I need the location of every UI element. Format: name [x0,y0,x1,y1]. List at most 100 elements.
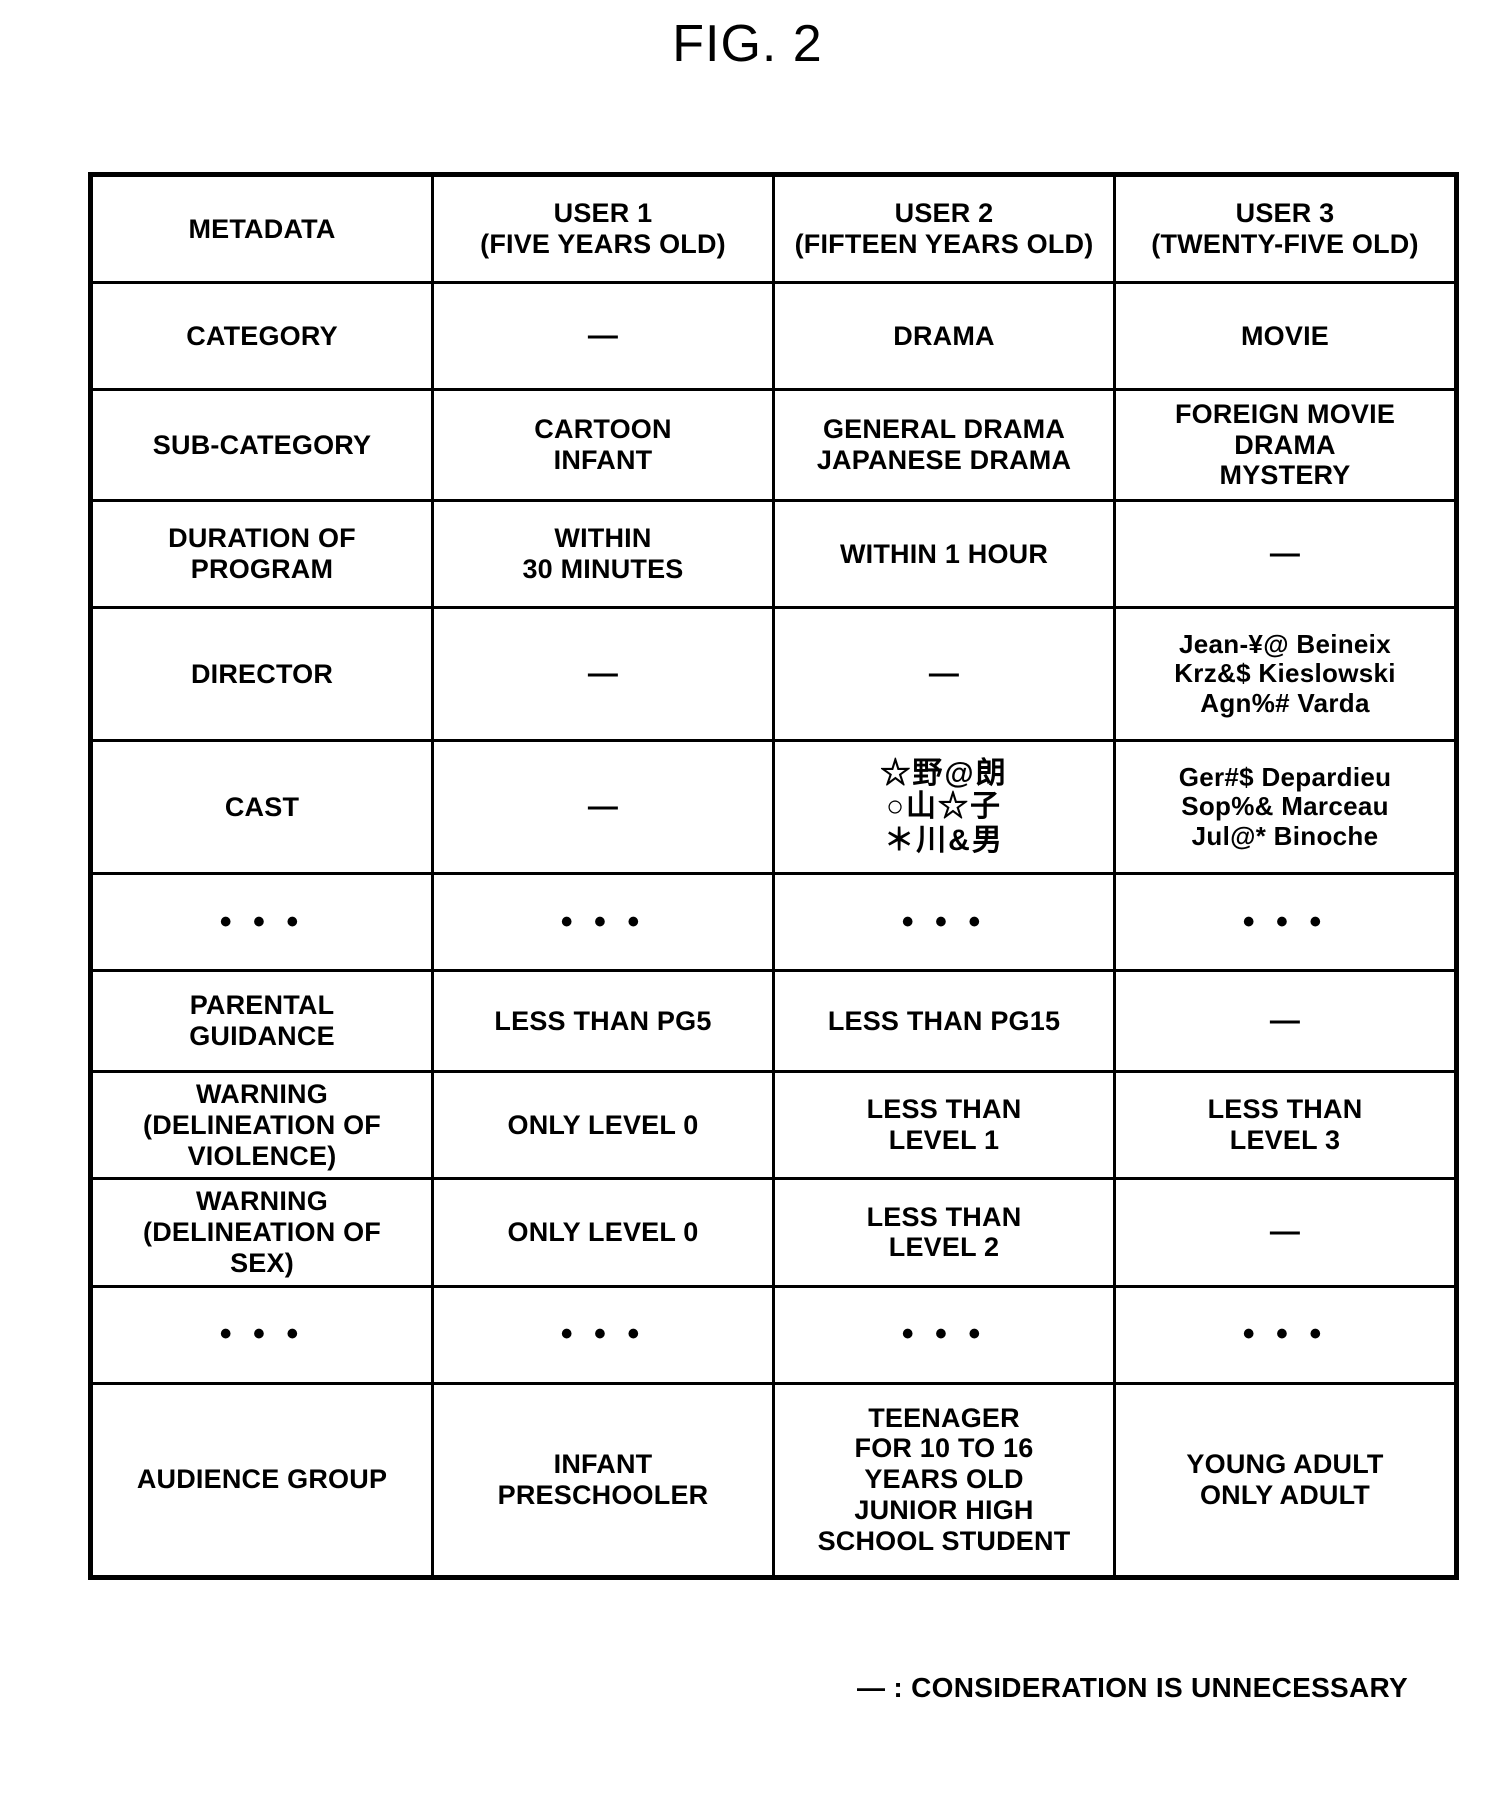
table-row: AUDIENCE GROUP INFANT PRESCHOOLER TEENAGER F… [89,1381,1458,1579]
cell-line: ONLY LEVEL 0 [507,1109,699,1140]
cell-lines: — [438,659,768,689]
cell-category-user1: — [431,281,775,391]
cell-category-user2: DRAMA [772,281,1116,391]
header-cell-user2: USER 2 (FIFTEEN YEARS OLD) [772,173,1116,284]
cell-line: ONLY LEVEL 0 [507,1217,699,1248]
table-row: CAST — ☆野@朗 ○山☆子 ＊川&男 Ger#$ Depardieu Sop%& Ma… [89,739,1458,875]
cell-line: (DELINEATION OF [143,1109,381,1140]
cell-warning-sex-label: WARNING (DELINEATION OF SEX) [89,1177,434,1288]
dash-text: — [1269,537,1301,570]
cell-lines: YOUNG ADULT ONLY ADULT [1120,1449,1450,1511]
cell-cast-user2: ☆野@朗 ○山☆子 ＊川&男 [772,739,1116,875]
cell-lines: — [438,792,768,822]
cell-lines: ☆野@朗 ○山☆子 ＊川&男 [779,757,1109,858]
dash-text: — [587,657,619,690]
cell-line: FOR 10 TO 16 [854,1433,1034,1464]
dash-text: — [1269,1004,1301,1037]
cell-lines: Ger#$ Depardieu Sop%& Marceau Jul@* Binoch… [1120,761,1450,852]
cell-lines: INFANT PRESCHOOLER [438,1449,768,1511]
cell-audience-group-user2: TEENAGER FOR 10 TO 16 YEARS OLD JUNIOR HIGH… [772,1381,1116,1579]
cell-director-user2: — [772,606,1116,742]
cell-lines: PARENTAL GUIDANCE [97,990,427,1052]
table-row: SUB-CATEGORY CARTOON INFANT GENERAL DRAMA JA… [89,388,1458,502]
cell-line: LEVEL 2 [888,1232,1000,1263]
cell-line: YOUNG ADULT [1186,1448,1384,1479]
metadata-table: METADATA USER 1 (FIVE YEARS OLD) USER 2 … [88,172,1459,1580]
cell-director-user1: — [431,606,775,742]
dash-text: — [587,319,619,352]
cell-line: DRAMA [1234,429,1336,460]
ellipsis-text: • • • [901,1315,987,1354]
cell-line: WARNING [196,1186,328,1217]
cell-line: CARTOON [534,414,672,445]
cell-lines: • • • [1120,903,1450,942]
header-cell-metadata: METADATA [89,173,434,284]
cell-lines: CATEGORY [97,321,427,352]
table-header-row: METADATA USER 1 (FIVE YEARS OLD) USER 2 … [89,173,1458,284]
cell-lines: — [1120,1217,1450,1247]
cell-line: LEVEL 1 [888,1125,1000,1156]
cell-lines: — [438,321,768,351]
cell-line: MYSTERY [1219,460,1351,491]
cell-line: VIOLENCE) [187,1140,337,1171]
cell-cast-label: CAST [89,739,434,875]
header-user2-line2: (FIFTEEN YEARS OLD) [794,229,1094,259]
cell-parental-guidance-user1: LESS THAN PG5 [431,969,775,1073]
cell-sub-category-label: SUB-CATEGORY [89,388,434,502]
cell-parental-guidance-user3: — [1113,969,1458,1073]
cell-lines: TEENAGER FOR 10 TO 16 YEARS OLD JUNIOR HIGH… [779,1403,1109,1557]
cell-ellipsis-2-user2: • • • [772,1284,1116,1385]
cell-line: PROGRAM [190,554,334,584]
legend-note: — : CONSIDERATION IS UNNECESSARY [0,1672,1410,1704]
cell-audience-group-user1: INFANT PRESCHOOLER [431,1381,775,1579]
cell-duration-of-program-label: DURATION OF PROGRAM [89,499,434,609]
cell-line: GUIDANCE [189,1021,335,1051]
ellipsis-text: • • • [560,1315,646,1354]
cell-line: JUNIOR HIGH [854,1494,1034,1525]
cell-lines: ONLY LEVEL 0 [438,1110,768,1141]
cell-line: LESS THAN [866,1094,1022,1125]
cell-line: Ger#$ Depardieu [1178,761,1392,792]
cell-lines: WARNING (DELINEATION OF VIOLENCE) [97,1079,427,1171]
cell-line: MOVIE [1240,320,1329,351]
figure-title: FIG. 2 [672,15,823,73]
ellipsis-text: • • • [1242,1315,1328,1354]
cell-parental-guidance-user2: LESS THAN PG15 [772,969,1116,1073]
cell-duration-of-program-user1: WITHIN 30 MINUTES [431,499,775,609]
cell-line: TEENAGER [868,1402,1020,1433]
cell-line: AUDIENCE GROUP [136,1464,388,1495]
cell-warning-violence-user1: ONLY LEVEL 0 [431,1069,775,1181]
header-user1-line1: USER 1 [553,198,653,229]
cell-duration-of-program-user3: — [1113,499,1458,609]
cell-line: ＊川&男 [884,823,1004,857]
cell-line: DIRECTOR [190,658,334,689]
cell-cast-user1: — [431,739,775,875]
cell-lines: WARNING (DELINEATION OF SEX) [97,1186,427,1278]
cell-line: LESS THAN PG15 [827,1005,1061,1036]
cell-line: Krz&$ Kieslowski [1174,658,1396,689]
cell-line: YEARS OLD [864,1464,1024,1495]
cell-director-label: DIRECTOR [89,606,434,742]
cell-lines: LESS THAN LEVEL 1 [779,1094,1109,1156]
cell-line: GENERAL DRAMA [822,414,1066,445]
cell-lines: • • • [97,903,427,942]
table-row: DIRECTOR — — Jean-¥@ Beineix Krz&$ Kieslowsk… [89,606,1458,742]
cell-line: CAST [224,791,300,822]
cell-line: WITHIN 1 HOUR [839,538,1049,569]
cell-line: WITHIN [554,523,652,554]
cell-warning-sex-user2: LESS THAN LEVEL 2 [772,1177,1116,1288]
cell-line: CATEGORY [186,320,338,351]
header-cell-user3: USER 3 (TWENTY-FIVE OLD) [1113,173,1458,284]
cell-lines: LESS THAN PG5 [438,1006,768,1037]
cell-lines: CAST [97,792,427,823]
ellipsis-text: • • • [219,1315,305,1354]
cell-lines: LESS THAN PG15 [779,1006,1109,1037]
cell-line: INFANT [553,1448,653,1479]
cell-lines: ONLY LEVEL 0 [438,1217,768,1248]
ellipsis-text: • • • [1242,902,1328,941]
cell-lines: • • • [779,903,1109,942]
cell-line: DURATION OF [168,523,356,554]
cell-line: PARENTAL [189,990,335,1021]
cell-lines: — [1120,539,1450,569]
cell-lines: Jean-¥@ Beineix Krz&$ Kieslowski Agn%# Var… [1120,629,1450,719]
